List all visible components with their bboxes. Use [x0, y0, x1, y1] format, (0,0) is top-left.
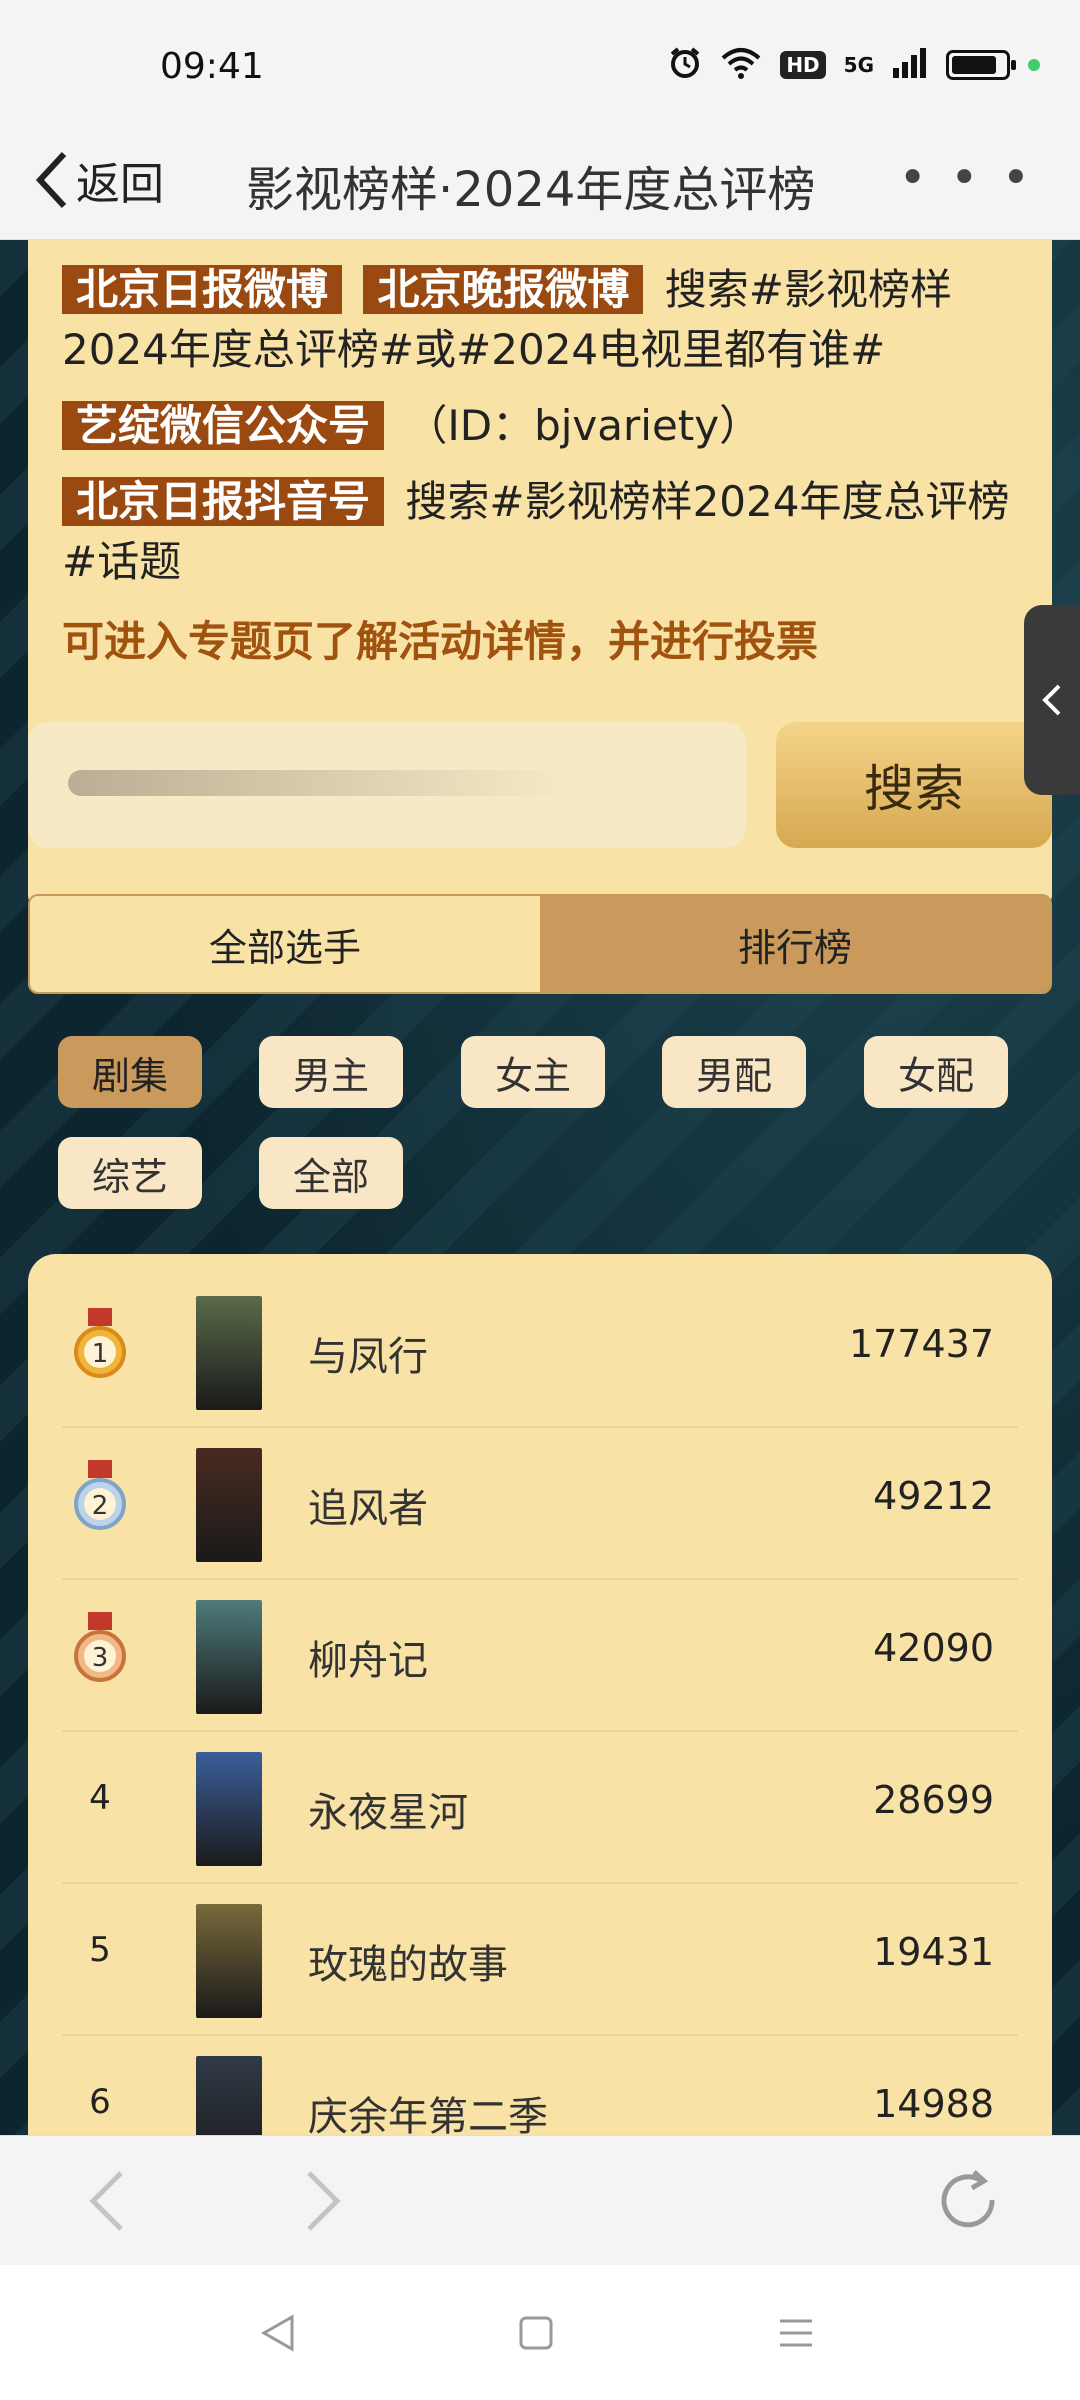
search-button[interactable]: 搜索 [776, 722, 1052, 848]
vote-count: 19431 [873, 1930, 994, 1974]
poster-thumbnail[interactable] [196, 1448, 262, 1562]
chip-female-support[interactable]: 女配 [864, 1036, 1008, 1108]
chip-female-lead[interactable]: 女主 [461, 1036, 605, 1108]
signal-icon [892, 48, 928, 82]
search-input-cursor [68, 770, 568, 796]
back-button[interactable]: 返回 [34, 148, 164, 212]
triangle-back-icon[interactable] [248, 2303, 308, 2363]
alarm-icon [668, 46, 702, 84]
poster-thumbnail[interactable] [196, 1296, 262, 1410]
ranking-row[interactable]: 3 柳舟记 42090 [62, 1580, 1018, 1732]
network-label: 5G [843, 53, 874, 77]
vote-count: 14988 [873, 2082, 994, 2126]
vote-count: 177437 [848, 1322, 994, 1366]
show-title: 柳舟记 [308, 1638, 428, 1684]
wifi-icon [720, 46, 762, 84]
side-drawer-handle[interactable] [1024, 605, 1080, 795]
tag-douyin: 北京日报抖音号 [62, 477, 385, 526]
poster-thumbnail[interactable] [196, 1752, 262, 1866]
poster-thumbnail[interactable] [196, 1904, 262, 2018]
svg-text:1: 1 [92, 1339, 109, 1369]
show-title: 庆余年第二季 [308, 2094, 548, 2135]
svg-text:3: 3 [92, 1643, 109, 1673]
chip-male-support[interactable]: 男配 [662, 1036, 806, 1108]
rank-number: 4 [89, 1778, 111, 1818]
info-text-wechat: （ID：bjvariety） [405, 401, 762, 450]
vote-count: 42090 [873, 1626, 994, 1670]
ranking-row[interactable]: 2 追风者 49212 [62, 1428, 1018, 1580]
rank-number: 6 [89, 2082, 111, 2122]
view-tabs: 全部选手 排行榜 [28, 894, 1052, 994]
tab-all-players[interactable]: 全部选手 [30, 896, 540, 992]
refresh-icon[interactable] [934, 2166, 1004, 2236]
silver-medal-icon: 2 [70, 1458, 130, 1538]
chip-drama[interactable]: 剧集 [58, 1036, 202, 1108]
info-line-weibo: 北京日报微博 北京晚报微博 搜索#影视榜样2024年度总评榜#或#2024电视里… [62, 260, 1018, 380]
vote-count: 49212 [873, 1474, 994, 1518]
status-time: 09:41 [160, 46, 264, 87]
system-nav-bar [0, 2265, 1080, 2400]
ranking-row[interactable]: 5 玫瑰的故事 19431 [62, 1884, 1018, 2036]
page-content: 北京日报微博 北京晚报微博 搜索#影视榜样2024年度总评榜#或#2024电视里… [0, 240, 1080, 2135]
poster-thumbnail[interactable] [196, 1600, 262, 1714]
info-line-wechat: 艺绽微信公众号 （ID：bjvariety） [62, 396, 1018, 456]
chip-all[interactable]: 全部 [259, 1137, 403, 1209]
ranking-row[interactable]: 6 庆余年第二季 14988 [62, 2036, 1018, 2135]
privacy-indicator [1028, 59, 1040, 71]
vote-cta[interactable]: 可进入专题页了解活动详情，并进行投票 [62, 608, 1018, 669]
poster-thumbnail[interactable] [196, 2056, 262, 2135]
arrow-right-icon[interactable] [288, 2166, 358, 2236]
show-title: 追风者 [308, 1486, 428, 1532]
ranking-list: 1 与凤行 177437 2 追风者 49212 3 柳舟记 42090 4 永… [28, 1254, 1052, 2135]
back-label: 返回 [76, 159, 164, 210]
tag-wechat: 艺绽微信公众号 [62, 401, 385, 450]
tag-bjwb-weibo: 北京晚报微博 [363, 265, 644, 314]
gold-medal-icon: 1 [70, 1306, 130, 1386]
show-title: 与凤行 [308, 1334, 428, 1380]
vote-count: 28699 [873, 1778, 994, 1822]
tag-bjrb-weibo: 北京日报微博 [62, 265, 343, 314]
svg-text:2: 2 [92, 1491, 109, 1521]
menu-lines-icon[interactable] [766, 2303, 826, 2363]
nav-bar: 返回 影视榜样·2024年度总评榜 • • • [0, 120, 1080, 240]
square-home-icon[interactable] [506, 2303, 566, 2363]
status-bar: 09:41 HD 5G [0, 0, 1080, 130]
more-dots-icon[interactable]: • • • [899, 150, 1034, 206]
show-title: 玫瑰的故事 [308, 1942, 508, 1988]
show-title: 永夜星河 [308, 1790, 468, 1836]
status-icons: HD 5G [668, 46, 1040, 84]
info-line-douyin: 北京日报抖音号 搜索#影视榜样2024年度总评榜#话题 [62, 472, 1018, 592]
rank-number: 5 [89, 1930, 111, 1970]
tab-ranking[interactable]: 排行榜 [540, 896, 1050, 992]
browser-toolbar [0, 2135, 1080, 2265]
search-input[interactable] [28, 722, 746, 848]
battery-icon [946, 50, 1016, 80]
ranking-row[interactable]: 4 永夜星河 28699 [62, 1732, 1018, 1884]
arrow-left-icon[interactable] [72, 2166, 142, 2236]
page-title: 影视榜样·2024年度总评榜 [246, 162, 816, 218]
ranking-row[interactable]: 1 与凤行 177437 [62, 1276, 1018, 1428]
chevron-left-icon [1042, 684, 1061, 716]
battery-fill [952, 56, 996, 74]
chip-variety[interactable]: 综艺 [58, 1137, 202, 1209]
bronze-medal-icon: 3 [70, 1610, 130, 1690]
chip-male-lead[interactable]: 男主 [259, 1036, 403, 1108]
hd-badge: HD [780, 51, 826, 79]
chevron-left-icon [35, 151, 67, 209]
